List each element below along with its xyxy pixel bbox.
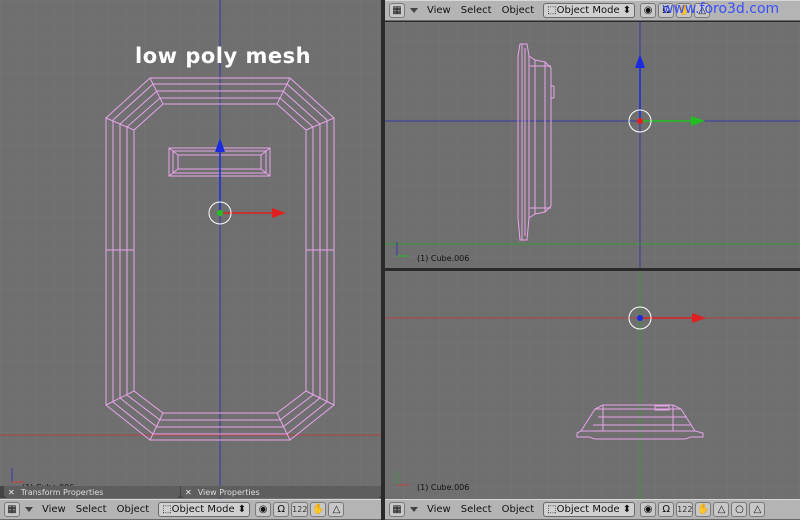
circle-icon[interactable]: ○: [731, 502, 748, 517]
menu-object[interactable]: Object: [502, 504, 535, 515]
panel-tab-label: Transform Properties: [20, 487, 104, 497]
front-viewport-canvas[interactable]: [0, 0, 381, 499]
manipulator-icon[interactable]: Ω: [273, 502, 290, 517]
menu-object[interactable]: Object: [117, 504, 150, 515]
chevron-down-icon: ⬍: [622, 5, 632, 16]
mode-select[interactable]: ⬚ Object Mode ⬍: [543, 3, 636, 18]
overlay-title: low poly mesh: [135, 44, 312, 68]
triangle-icon[interactable]: △: [749, 502, 766, 517]
grid-icon[interactable]: ▦: [389, 3, 405, 18]
layer-field[interactable]: 122: [676, 502, 694, 517]
layer-field[interactable]: 122: [291, 502, 309, 517]
close-icon[interactable]: ✕: [8, 488, 15, 497]
top-viewport[interactable]: (1) Cube.006: [385, 271, 800, 499]
chevron-down-icon[interactable]: [410, 507, 418, 512]
front-viewport[interactable]: low poly mesh (1) Cube.006: [0, 0, 381, 499]
grid-icon[interactable]: ▦: [4, 502, 20, 517]
mode-label: Object Mode: [556, 5, 620, 16]
mode-select[interactable]: ⬚ Object Mode ⬍: [543, 502, 636, 517]
side-viewport-canvas[interactable]: [385, 22, 800, 268]
top-viewport-canvas[interactable]: [385, 271, 800, 499]
object-label: (1) Cube.006: [417, 483, 470, 492]
header-front: ▦ View Select Object ⬚ Object Mode ⬍ ◉ Ω…: [0, 499, 381, 520]
panel-tab-transform[interactable]: ✕ Transform Properties: [4, 486, 180, 498]
pivot-icon[interactable]: ◉: [640, 502, 657, 517]
blender-window: low poly mesh (1) Cube.006 ✕ Transform P…: [0, 0, 800, 520]
object-mode-icon: ⬚: [162, 504, 172, 515]
object-mode-icon: ⬚: [547, 504, 557, 515]
menu-view[interactable]: View: [427, 5, 451, 16]
grid-icon[interactable]: ▦: [389, 502, 405, 517]
object-mode-icon: ⬚: [547, 5, 557, 16]
menu-object[interactable]: Object: [502, 5, 535, 16]
mode-label: Object Mode: [556, 504, 620, 515]
hand-icon[interactable]: ✋: [695, 502, 712, 517]
menu-select[interactable]: Select: [76, 504, 107, 515]
manipulator-icon[interactable]: Ω: [658, 502, 675, 517]
hand-icon[interactable]: ✋: [310, 502, 327, 517]
chevron-down-icon[interactable]: [410, 8, 418, 13]
pivot-icon[interactable]: ◉: [255, 502, 272, 517]
chevron-down-icon: ⬍: [237, 504, 247, 515]
menu-select[interactable]: Select: [461, 504, 492, 515]
side-viewport[interactable]: (1) Cube.006: [385, 22, 800, 268]
pivot-icon[interactable]: ◉: [640, 3, 657, 18]
mode-label: Object Mode: [171, 504, 235, 515]
chevron-down-icon: ⬍: [622, 504, 632, 515]
triangle-icon[interactable]: △: [328, 502, 345, 517]
chevron-down-icon[interactable]: [25, 507, 33, 512]
mode-select[interactable]: ⬚ Object Mode ⬍: [158, 502, 251, 517]
panel-tab-view-properties[interactable]: ✕ View Properties: [181, 486, 381, 498]
triangle-icon[interactable]: △: [713, 502, 730, 517]
panel-tab-label: View Properties: [197, 487, 260, 497]
menu-view[interactable]: View: [427, 504, 451, 515]
object-label: (1) Cube.006: [417, 254, 470, 263]
header-top: ▦ View Select Object ⬚ Object Mode ⬍ ◉ Ω…: [385, 499, 800, 520]
panel-tab-bar: ✕ Transform Properties ✕ View Properties: [0, 486, 381, 498]
menu-view[interactable]: View: [42, 504, 66, 515]
close-icon[interactable]: ✕: [185, 488, 192, 497]
menu-select[interactable]: Select: [461, 5, 492, 16]
watermark: www.foro3d.com: [662, 1, 780, 17]
